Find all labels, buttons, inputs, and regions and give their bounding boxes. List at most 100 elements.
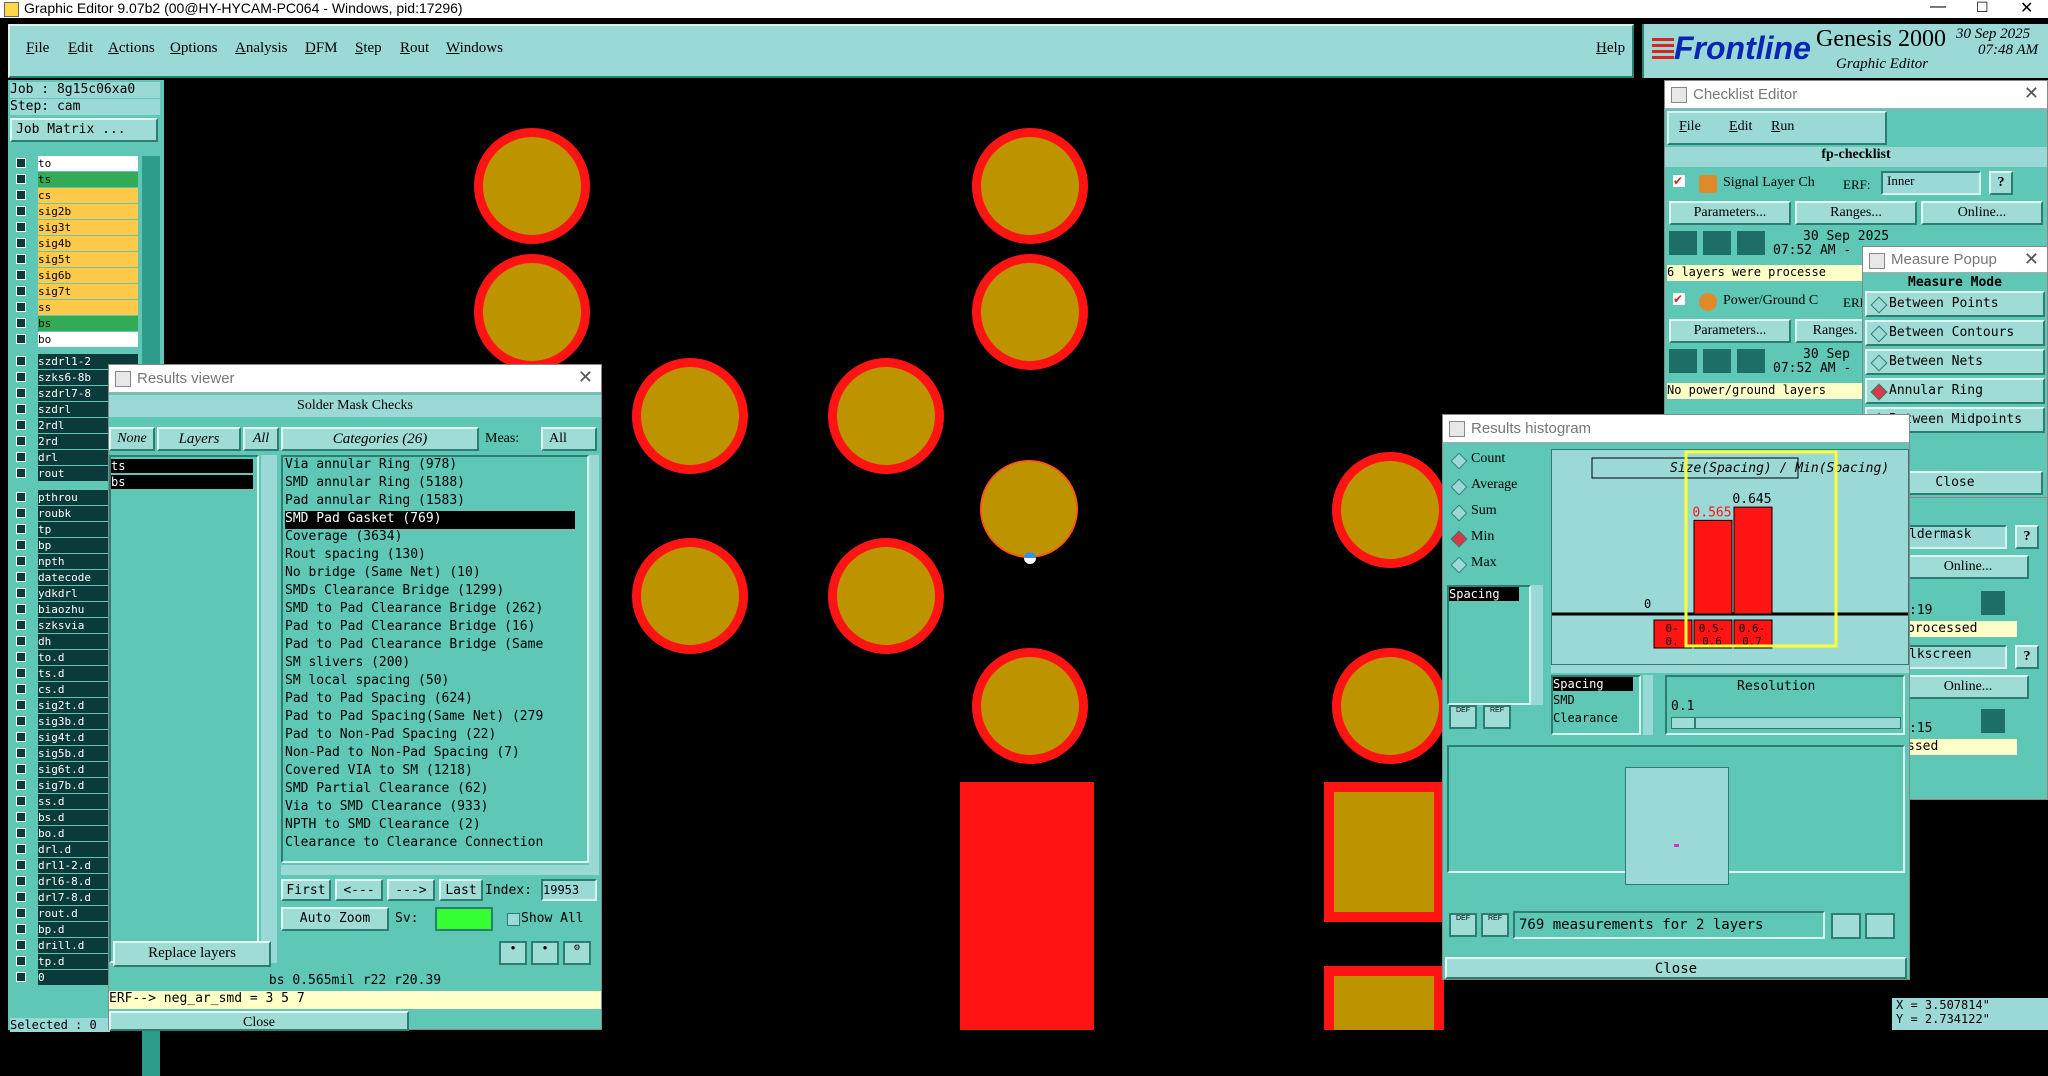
last-button[interactable]: Last — [439, 879, 483, 901]
checklist-menu-edit[interactable]: Edit — [1729, 119, 1752, 135]
resolution-slider[interactable] — [1671, 717, 1901, 729]
categories-button[interactable]: Categories (26) — [281, 427, 479, 451]
category-item[interactable]: Coverage (3634) — [285, 529, 402, 547]
def-icon[interactable]: DEF — [1449, 705, 1477, 729]
category-item[interactable]: SMD Partial Clearance (62) — [285, 781, 489, 799]
layer-checkbox[interactable] — [16, 940, 26, 950]
stat-option[interactable]: Average — [1447, 475, 1543, 497]
stat-option[interactable]: Min — [1447, 527, 1543, 549]
layer-checkbox[interactable] — [16, 604, 26, 614]
layer-checkbox[interactable] — [16, 572, 26, 582]
parameters-button[interactable]: Parameters... — [1669, 201, 1791, 225]
histogram-series-list[interactable]: Spacing — [1447, 585, 1531, 705]
ref-icon[interactable]: ● — [531, 941, 559, 965]
close-icon[interactable]: ✕ — [2020, 0, 2033, 18]
measurement-icon[interactable] — [1831, 913, 1861, 939]
run-icon[interactable] — [1669, 231, 1697, 255]
auto-zoom-dropdown[interactable]: Auto Zoom — [281, 907, 389, 931]
layer-row-top[interactable]: bo — [38, 332, 138, 347]
results-viewer-close-button[interactable]: Close — [109, 1011, 409, 1031]
layer-row-top[interactable]: sig3t — [38, 220, 138, 235]
layer-checkbox[interactable] — [16, 668, 26, 678]
layer-checkbox[interactable] — [16, 972, 26, 982]
category-item[interactable]: Rout spacing (130) — [285, 547, 426, 565]
all-button[interactable]: All — [243, 427, 279, 451]
layer-checkbox[interactable] — [16, 270, 26, 280]
help-button[interactable]: ? — [1989, 171, 2013, 195]
minimize-icon[interactable]: — — [1930, 0, 1946, 16]
measure-mode-option[interactable]: Between Nets — [1865, 349, 2045, 375]
zoom-icon[interactable] — [1981, 591, 2005, 615]
menu-actions[interactable]: Actions — [108, 40, 155, 57]
field-item[interactable]: Clearance — [1553, 711, 1618, 725]
categories-listbox[interactable]: Via annular Ring (978) SMD annular Ring (… — [281, 455, 589, 863]
layer-row-top[interactable]: bs — [38, 316, 138, 331]
layer-checkbox[interactable] — [16, 556, 26, 566]
category-item[interactable]: SMDs Clearance Bridge (1299) — [285, 583, 504, 601]
layer-checkbox[interactable] — [16, 956, 26, 966]
layers-scrollbar[interactable] — [261, 455, 277, 963]
layer-checkbox[interactable] — [16, 222, 26, 232]
layer-checkbox[interactable] — [16, 780, 26, 790]
layer-checkbox[interactable] — [16, 254, 26, 264]
category-item[interactable]: SMD to Pad Clearance Bridge (262) — [285, 601, 543, 619]
run-icon[interactable] — [1737, 231, 1765, 255]
layer-checkbox[interactable] — [16, 334, 26, 344]
layer-row-top[interactable]: sig5t — [38, 252, 138, 267]
category-item[interactable]: Pad to Pad Spacing (624) — [285, 691, 473, 709]
checklist-menu-run[interactable]: Run — [1771, 119, 1794, 135]
layer-row-top[interactable]: ts — [38, 172, 138, 187]
category-item[interactable]: SM local spacing (50) — [285, 673, 449, 691]
layer-checkbox[interactable] — [16, 318, 26, 328]
layer-checkbox[interactable] — [16, 468, 26, 478]
ref-icon[interactable]: REF — [1483, 705, 1511, 729]
def-icon[interactable]: ● — [499, 941, 527, 965]
erf-field[interactable]: ldermask — [1907, 525, 2007, 549]
categories-hscrollbar[interactable] — [281, 865, 589, 875]
sv-color-dropdown[interactable] — [435, 907, 493, 931]
layer-checkbox[interactable] — [16, 892, 26, 902]
layer-row-top[interactable]: sig6b — [38, 268, 138, 283]
category-item[interactable]: NPTH to SMD Clearance (2) — [285, 817, 481, 835]
layer-checkbox[interactable] — [16, 388, 26, 398]
resolution-slider-thumb[interactable] — [1672, 718, 1696, 728]
measurement-icon[interactable] — [1865, 913, 1895, 939]
layer-checkbox[interactable] — [16, 372, 26, 382]
layer-checkbox[interactable] — [16, 764, 26, 774]
online-button[interactable]: Online... — [1921, 201, 2043, 225]
layer-checkbox[interactable] — [16, 924, 26, 934]
online-button[interactable]: Online... — [1907, 675, 2029, 699]
job-matrix-button[interactable]: Job Matrix ... — [10, 118, 158, 142]
layer-checkbox[interactable] — [16, 452, 26, 462]
layer-row-top[interactable]: ss — [38, 300, 138, 315]
menu-windows[interactable]: Windows — [446, 40, 503, 57]
check-enable-checkbox[interactable]: ✔ — [1673, 175, 1685, 187]
category-item[interactable]: Pad to Pad Clearance Bridge (16) — [285, 619, 535, 637]
series-item-spacing[interactable]: Spacing — [1449, 587, 1519, 601]
menu-help[interactable]: Help — [1596, 40, 1625, 57]
layer-checkbox[interactable] — [16, 524, 26, 534]
layers-button[interactable]: Layers — [157, 427, 241, 451]
field-item[interactable]: SMD — [1553, 693, 1575, 707]
layer-checkbox[interactable] — [16, 828, 26, 838]
run-icon[interactable] — [1737, 349, 1765, 373]
layer-checkbox[interactable] — [16, 286, 26, 296]
category-item[interactable]: SMD Pad Gasket (769) — [285, 511, 575, 529]
layer-checkbox[interactable] — [16, 238, 26, 248]
erf-field[interactable]: lkscreen — [1907, 645, 2007, 669]
help-button[interactable]: ? — [2015, 645, 2039, 669]
measure-mode-option[interactable]: Between Points — [1865, 291, 2045, 317]
stat-option[interactable]: Count — [1447, 449, 1543, 471]
layers-listbox[interactable]: ts bs — [109, 455, 259, 963]
layer-row-top[interactable]: sig7t — [38, 284, 138, 299]
zoom-icon[interactable] — [1981, 709, 2005, 733]
menu-step[interactable]: Step — [355, 40, 382, 57]
category-item[interactable]: Pad to Pad Spacing(Same Net) (279 — [285, 709, 543, 727]
def-icon[interactable]: DEF — [1449, 913, 1477, 937]
menu-file[interactable]: File — [26, 40, 49, 57]
menu-analysis[interactable]: Analysis — [235, 40, 288, 57]
layer-checkbox[interactable] — [16, 844, 26, 854]
layer-checkbox[interactable] — [16, 190, 26, 200]
layer-row-top[interactable]: sig2b — [38, 204, 138, 219]
close-icon[interactable]: ✕ — [578, 367, 593, 388]
